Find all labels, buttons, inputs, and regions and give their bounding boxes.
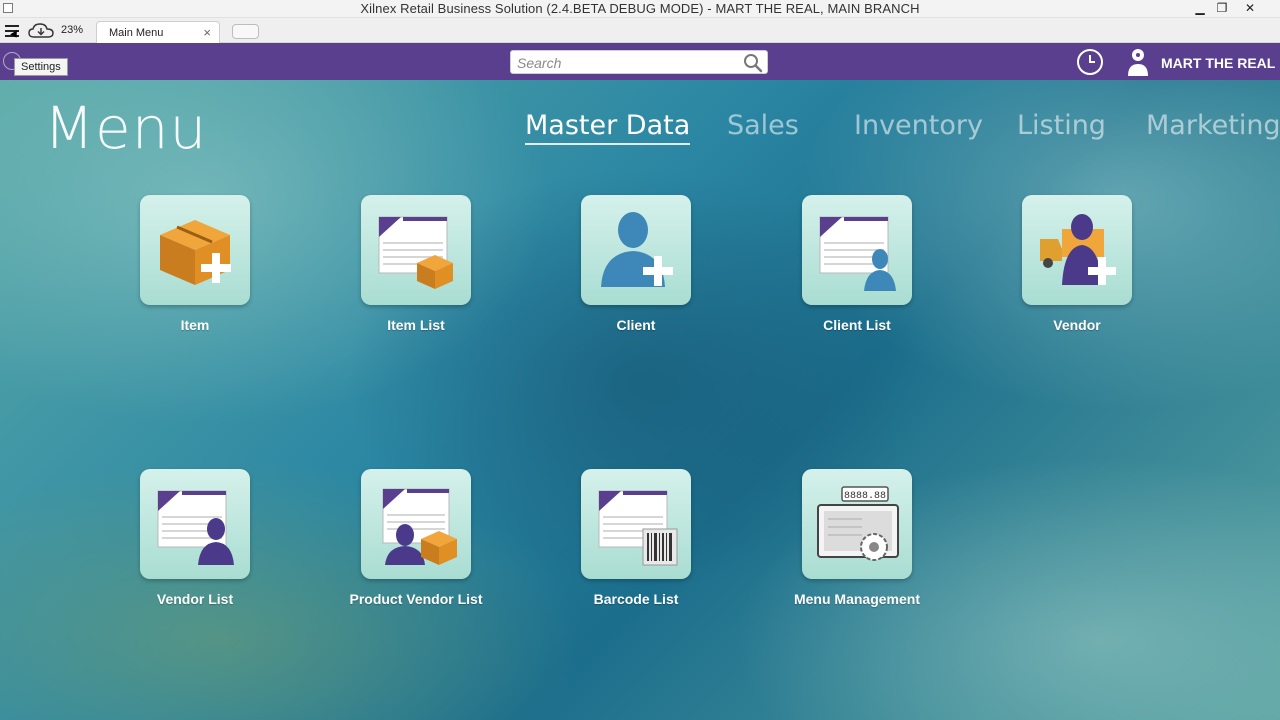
tile-item[interactable]: Item [140,195,250,333]
tile-vendor[interactable]: Vendor [1022,195,1132,333]
close-window-button[interactable]: ✕ [1236,0,1264,18]
tile-item-list[interactable]: Item List [361,195,471,333]
tab-marketing[interactable]: Marketing [1146,110,1280,141]
tile-icon-container[interactable] [581,469,691,579]
vendor-add-icon [1040,214,1116,285]
search-icon[interactable] [743,53,763,73]
barcode-list-icon [598,490,678,566]
sync-progress-text: 23% [61,24,84,36]
maximize-button[interactable]: ❐ [1208,0,1236,18]
user-name[interactable]: MART THE REAL [1161,55,1275,71]
tile-menu-management[interactable]: 8888.88 Menu Management [794,469,920,607]
new-tab-button[interactable] [232,24,259,39]
search-box[interactable] [510,50,768,74]
tile-icon-container[interactable] [1022,195,1132,305]
tab-listing[interactable]: Listing [1017,110,1106,141]
tile-barcode-list[interactable]: Barcode List [581,469,691,607]
tile-label: Menu Management [793,591,920,607]
tile-icon-container[interactable] [361,195,471,305]
item-list-icon [378,216,453,289]
tile-icon-container[interactable] [140,469,250,579]
tile-icon-container[interactable] [581,195,691,305]
tab-sales[interactable]: Sales [727,110,799,141]
tile-label: Item [180,317,210,333]
cloud-download-icon[interactable] [28,23,54,38]
main-menu-area: Menu Master Data Sales Inventory Listing… [0,80,1280,720]
tile-product-vendor-list[interactable]: Product Vendor List [349,469,483,607]
vendor-list-icon [157,490,234,565]
tab-main-menu[interactable]: Main Menu × [96,21,220,44]
tile-icon-container[interactable] [361,469,471,579]
tab-master-data[interactable]: Master Data [525,110,691,145]
tab-strip: 23% Main Menu × [0,18,1280,44]
client-add-icon [601,212,673,287]
clock-icon[interactable] [1076,48,1104,76]
tile-label: Item List [387,317,445,333]
tile-client-list[interactable]: Client List [802,195,912,333]
window-title: Xilnex Retail Business Solution (2.4.BET… [360,1,920,16]
top-toolbar: Settings MART THE REAL [0,43,1280,80]
client-list-icon [819,216,896,291]
tile-label: Client List [823,317,891,333]
tab-close-icon[interactable]: × [203,25,211,40]
page-title: Menu [44,94,208,162]
tile-label: Client [616,317,656,333]
tile-label: Product Vendor List [349,591,483,607]
tile-vendor-list[interactable]: Vendor List [140,469,250,607]
hamburger-menu-icon[interactable] [3,21,23,41]
tile-label: Vendor List [156,591,234,607]
window-titlebar: Xilnex Retail Business Solution (2.4.BET… [0,0,1280,18]
menu-management-icon: 8888.88 [817,486,899,561]
tile-icon-container[interactable]: 8888.88 [802,469,912,579]
tile-icon-container[interactable] [802,195,912,305]
box-add-icon [160,220,231,285]
tab-label: Main Menu [109,27,164,39]
tile-client[interactable]: Client [581,195,691,333]
tile-icon-container[interactable] [140,195,250,305]
search-input[interactable] [517,54,737,71]
user-icon[interactable] [1125,47,1151,77]
product-vendor-list-icon [382,488,457,565]
tab-inventory[interactable]: Inventory [854,110,983,141]
tile-label: Vendor [1053,317,1101,333]
settings-tooltip: Settings [14,58,68,76]
register-display-text: 8888.88 [844,491,886,502]
tile-label: Barcode List [593,591,679,607]
